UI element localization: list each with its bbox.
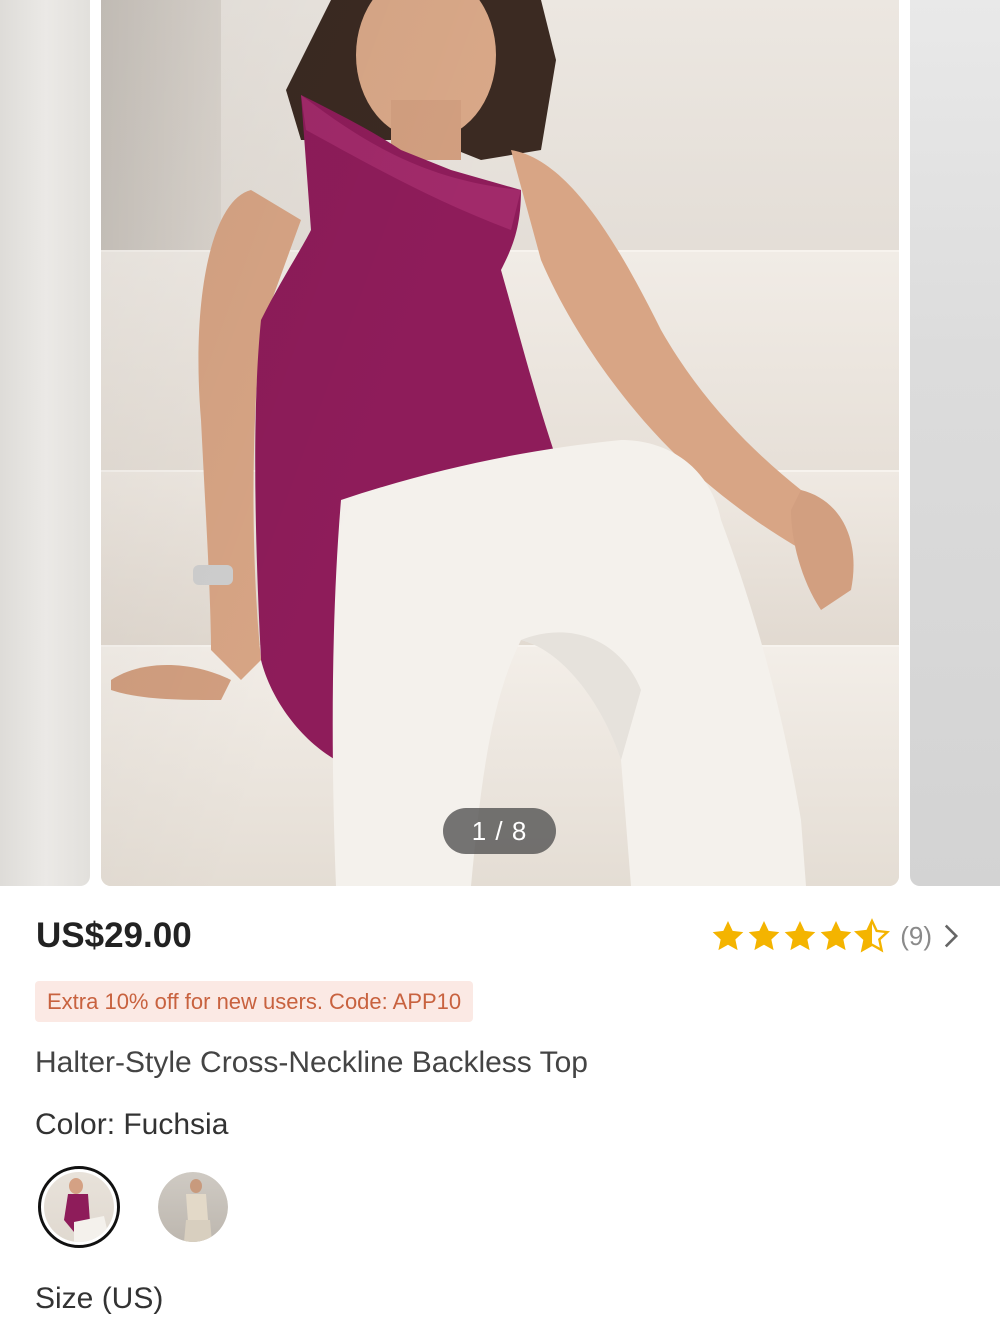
product-photo-scene xyxy=(101,0,899,886)
star-icon xyxy=(712,921,744,951)
chevron-right-icon[interactable] xyxy=(942,923,960,949)
rating-stars xyxy=(710,918,891,954)
next-product-image[interactable] xyxy=(910,0,1000,886)
star-icon xyxy=(820,921,852,951)
product-image-gallery[interactable]: 1 / 8 xyxy=(0,0,1000,886)
color-swatches xyxy=(38,1166,228,1248)
image-pager-indicator: 1 / 8 xyxy=(443,808,556,854)
review-count: (9) xyxy=(900,920,932,951)
promo-banner: Extra 10% off for new users. Code: APP10 xyxy=(35,981,474,1022)
color-label: Color: Fuchsia xyxy=(35,1108,229,1141)
main-product-image[interactable] xyxy=(101,0,899,886)
product-price: US$29.00 xyxy=(36,916,192,955)
size-label: Size (US) xyxy=(35,1282,164,1315)
product-title: Halter-Style Cross-Neckline Backless Top xyxy=(35,1046,588,1079)
color-swatch-beige[interactable] xyxy=(158,1172,228,1242)
product-rating[interactable]: (9) xyxy=(710,916,960,956)
half-star-icon xyxy=(854,918,891,953)
star-icon xyxy=(784,921,816,951)
color-swatch-fuchsia[interactable] xyxy=(38,1166,120,1248)
star-icon xyxy=(748,921,780,951)
previous-product-image[interactable] xyxy=(0,0,90,886)
